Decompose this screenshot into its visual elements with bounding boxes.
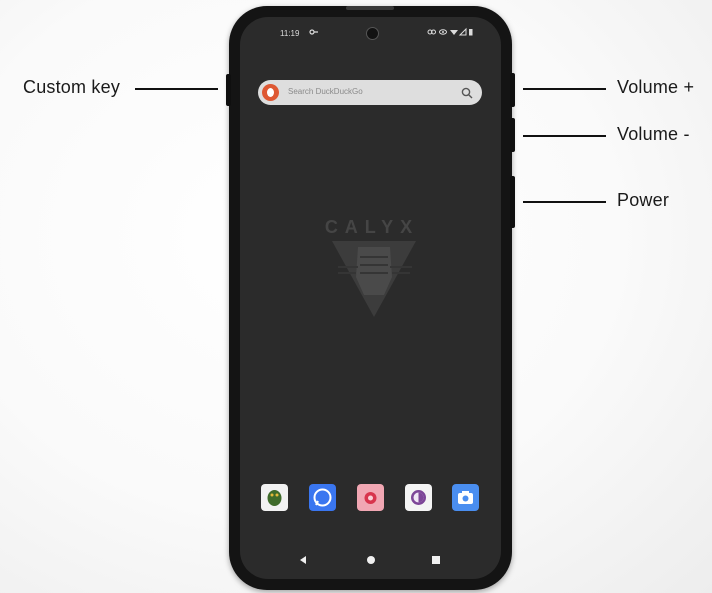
wifi-icon <box>450 30 458 35</box>
tor-app-icon[interactable] <box>405 484 432 511</box>
calyx-fist-icon <box>328 237 420 324</box>
signal-icon <box>458 27 467 36</box>
key-icon <box>309 27 319 41</box>
custom-key-button[interactable] <box>226 74 231 106</box>
home-icon[interactable] <box>364 553 378 571</box>
link-icon <box>427 29 436 35</box>
volume-down-line <box>523 135 606 137</box>
power-label: Power <box>617 190 670 210</box>
duckduckgo-logo <box>262 84 279 101</box>
volume-up-line <box>523 88 606 90</box>
search-placeholder: Search DuckDuckGo <box>288 87 363 96</box>
phone-screen: 11:19 Search DuckDuckGo CALYX <box>240 17 501 579</box>
back-icon[interactable] <box>296 553 310 571</box>
dragon-app-icon[interactable] <box>261 484 288 511</box>
volume-up-button[interactable] <box>510 73 515 107</box>
earpiece-slot <box>346 6 394 10</box>
front-camera <box>366 27 379 40</box>
volume-down-label: Volume - <box>617 124 690 144</box>
signal-app-icon[interactable] <box>309 484 336 511</box>
power-line <box>523 201 606 203</box>
status-time: 11:19 <box>280 29 300 38</box>
eye-icon <box>439 29 447 35</box>
power-button[interactable] <box>510 176 515 228</box>
camera-app-icon[interactable] <box>452 484 479 511</box>
volume-down-button[interactable] <box>510 118 515 152</box>
flower-app-icon[interactable] <box>357 484 384 511</box>
recents-icon[interactable] <box>429 553 443 571</box>
custom-key-line <box>135 88 218 90</box>
battery-icon <box>469 29 473 36</box>
search-icon[interactable] <box>461 86 473 104</box>
status-icons <box>427 27 483 41</box>
search-bar[interactable]: Search DuckDuckGo <box>258 80 482 105</box>
custom-key-label: Custom key <box>23 77 121 97</box>
wallpaper-brand: CALYX <box>324 217 420 237</box>
volume-up-label: Volume + <box>617 77 695 97</box>
